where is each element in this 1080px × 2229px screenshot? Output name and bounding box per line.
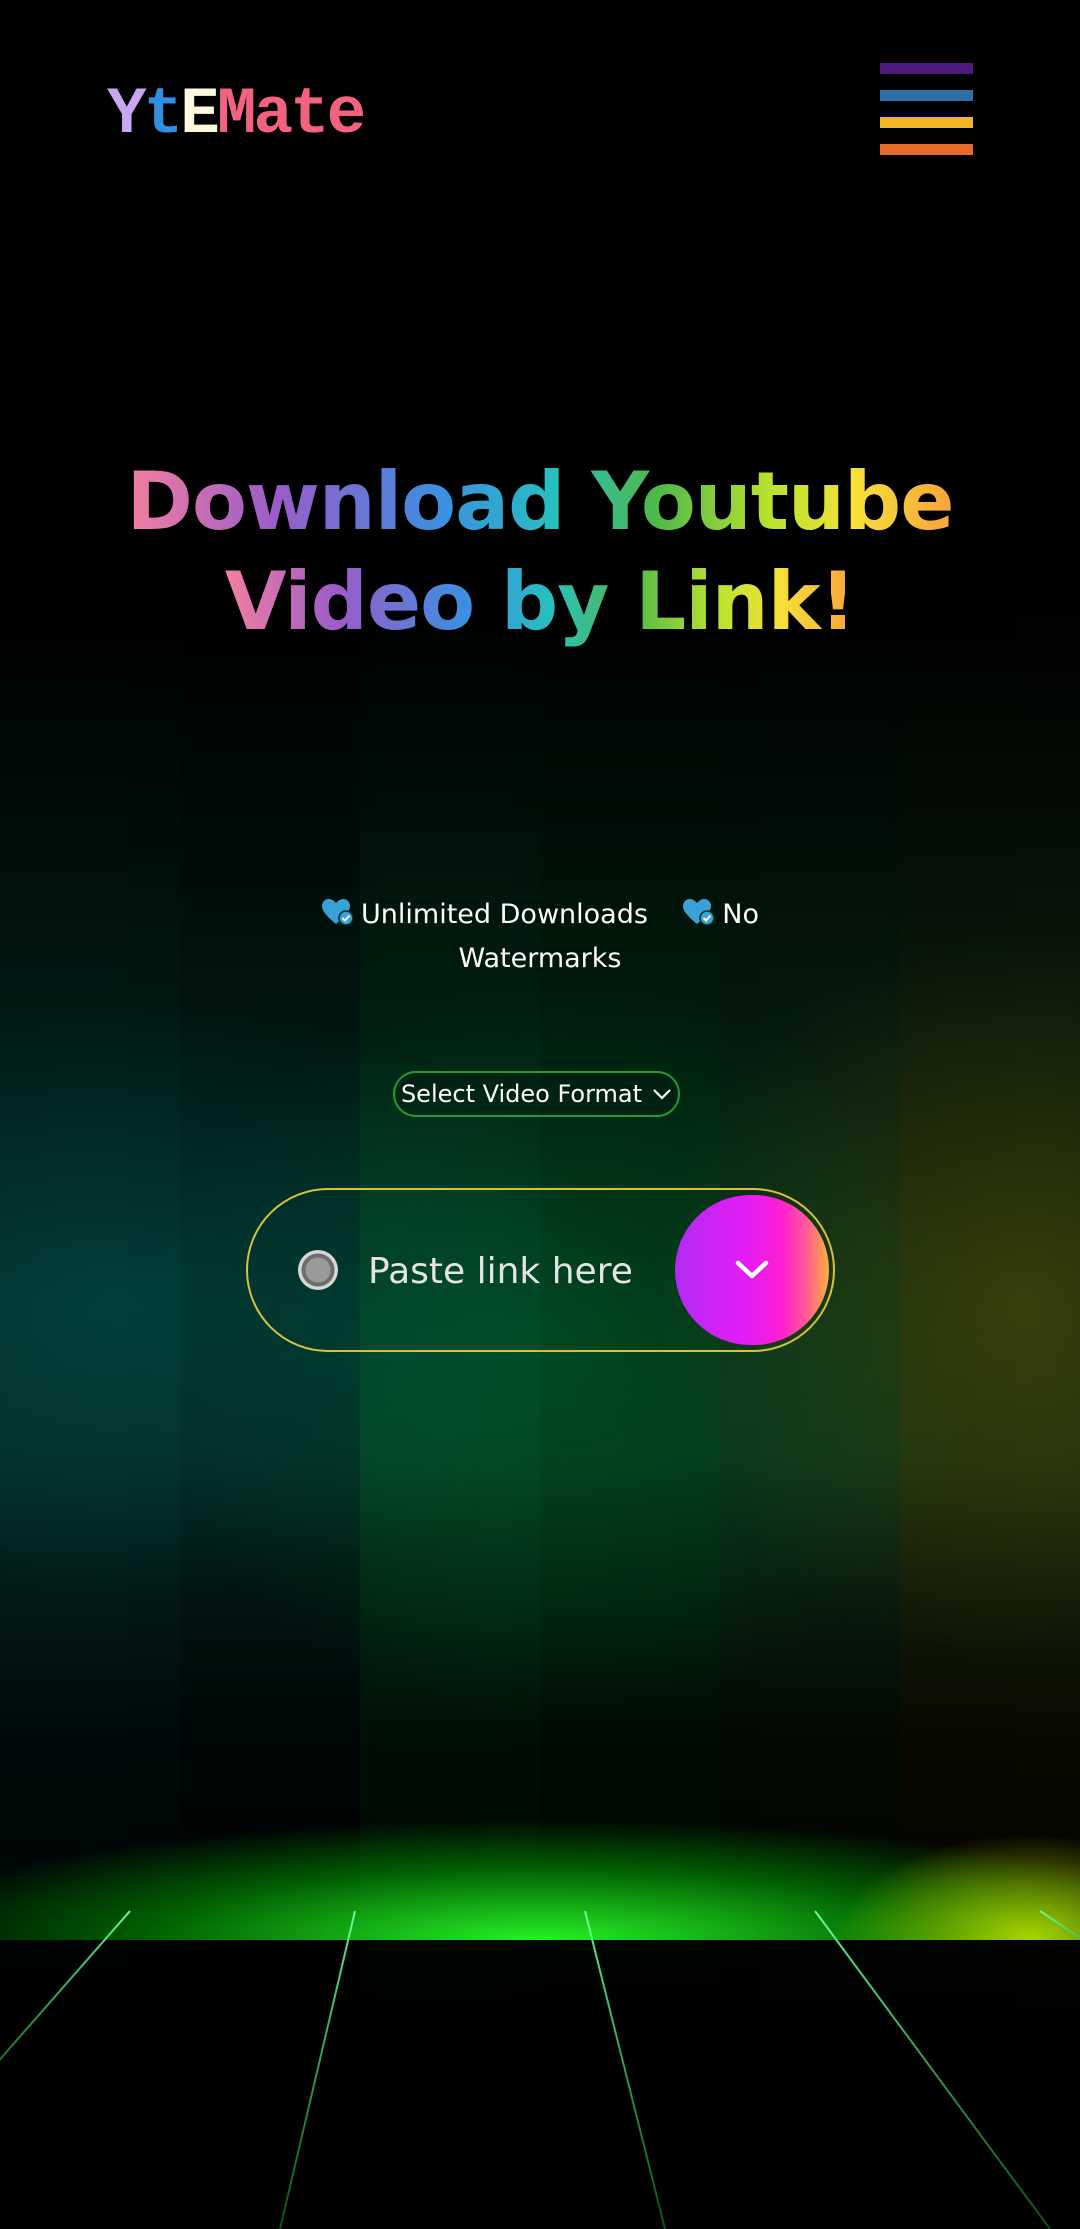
neon-grid-floor xyxy=(0,1910,1080,2229)
feature-text: Unlimited Downloads xyxy=(361,899,648,930)
logo-letter: t xyxy=(143,77,184,152)
logo-letter: e xyxy=(326,77,367,152)
hero-line-2: Video by Link! xyxy=(224,555,857,648)
logo-letter: t xyxy=(290,77,330,152)
hamburger-menu-button[interactable] xyxy=(880,63,974,155)
hero-line-1: Download Youtube xyxy=(126,455,955,548)
heart-check-icon xyxy=(322,899,354,926)
logo-letter: M xyxy=(216,77,257,152)
heart-check-icon xyxy=(683,899,715,926)
chevron-down-icon xyxy=(735,1260,769,1279)
features-list: Unlimited Downloads No Watermarks xyxy=(300,893,780,981)
ytemate-logo[interactable]: YtEMate xyxy=(107,75,367,155)
radio-icon[interactable] xyxy=(298,1250,338,1290)
logo-letter: E xyxy=(180,77,220,152)
logo-letter: Y xyxy=(107,77,147,152)
paste-link-input[interactable] xyxy=(366,1242,670,1300)
format-select-label: Select Video Format xyxy=(400,1080,643,1108)
video-format-select[interactable]: Select Video Format xyxy=(393,1071,680,1117)
chevron-down-icon xyxy=(653,1089,671,1100)
submit-download-button[interactable] xyxy=(675,1195,829,1345)
logo-letter: a xyxy=(253,77,293,152)
link-input-pill xyxy=(246,1188,835,1352)
feature-item: Unlimited Downloads xyxy=(321,899,656,930)
hero-heading: Download Youtube Video by Link! xyxy=(90,452,990,652)
